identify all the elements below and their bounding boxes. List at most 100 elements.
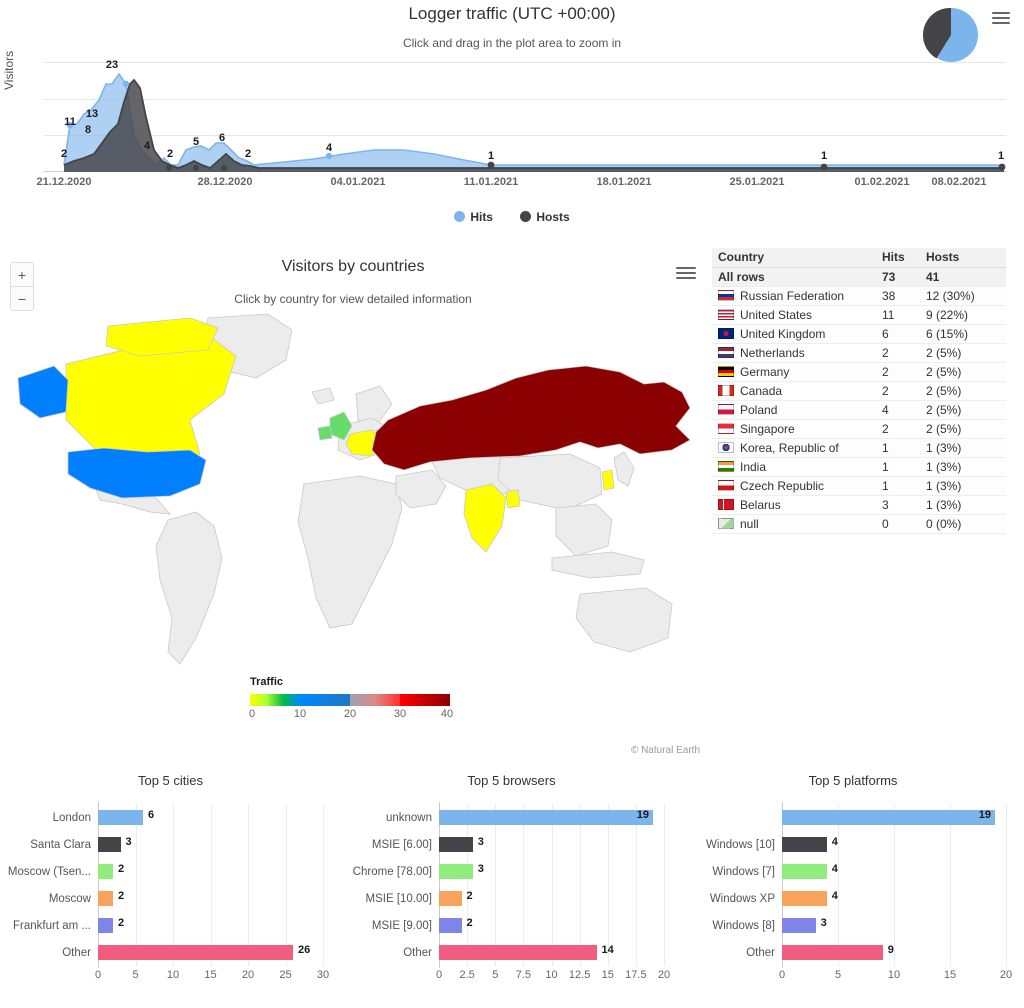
y-axis-label: Visitors (2, 50, 16, 90)
world-map[interactable] (0, 308, 706, 688)
country-name: Belarus (740, 498, 781, 512)
hamburger-menu-icon[interactable] (992, 12, 1010, 26)
table-row[interactable]: United Kingdom 6 6 (15%) (712, 324, 1006, 344)
column-header-country[interactable]: Country (712, 248, 876, 268)
map-country-canada-arctic[interactable] (105, 317, 219, 357)
table-row[interactable]: Korea, Republic of 1 1 (3%) (712, 438, 1006, 458)
table-row[interactable]: Russian Federation 38 12 (30%) (712, 286, 1006, 306)
map-country-india[interactable] (463, 483, 507, 553)
map-country-bangladesh[interactable] (505, 489, 521, 509)
legend-item-hits[interactable]: Hits (454, 210, 493, 224)
table-row[interactable]: Canada 2 2 (5%) (712, 381, 1006, 401)
legend-item-hosts[interactable]: Hosts (520, 210, 570, 224)
x-tick: 25.01.2021 (729, 176, 785, 188)
bar-row[interactable]: MSIE [6.00] 3 (341, 831, 682, 858)
pie-chart-icon[interactable] (922, 6, 980, 64)
cell-hits: 2 (876, 419, 920, 439)
bar-fill[interactable] (439, 837, 473, 852)
visitors-map-panel: Visitors by countries Click by country f… (0, 240, 706, 764)
bar-fill[interactable] (98, 918, 113, 933)
map-country-korea[interactable] (601, 469, 615, 491)
point-label: 2 (244, 148, 252, 160)
flag-de-icon (718, 366, 734, 377)
bar-row[interactable]: London 6 (0, 804, 341, 831)
map-country-russia[interactable] (371, 365, 691, 471)
table-row[interactable]: Belarus 3 1 (3%) (712, 495, 1006, 515)
map-country-australia[interactable] (575, 587, 673, 653)
bar-value-label: 2 (118, 863, 125, 875)
table-row[interactable]: Czech Republic 1 1 (3%) (712, 476, 1006, 496)
cell-hits: 2 (876, 343, 920, 363)
bar-value-label: 2 (118, 890, 125, 902)
bar-row[interactable]: Windows XP 4 (682, 885, 1024, 912)
map-country-alaska[interactable] (17, 365, 69, 419)
traffic-plot-area[interactable]: 30 20 10 0 (44, 59, 1006, 172)
bar-fill[interactable] (439, 945, 597, 960)
zoom-in-button[interactable]: + (11, 263, 33, 287)
bar-row[interactable]: Frankfurt am ... 2 (0, 912, 341, 939)
column-header-hits[interactable]: Hits (876, 248, 920, 268)
scale-tick: 40 (440, 708, 454, 720)
bar-category-label: MSIE [10.00] (365, 892, 432, 905)
table-row[interactable]: null 0 0 (0%) (712, 514, 1006, 534)
table-header-row: Country Hits Hosts (712, 248, 1006, 268)
bar-fill[interactable] (782, 864, 827, 879)
bar-category-label: Moscow (48, 892, 91, 905)
table-row[interactable]: United States 11 9 (22%) (712, 305, 1006, 325)
map-country-south-america[interactable] (155, 511, 223, 665)
cell-country: Germany (712, 362, 876, 382)
bar-fill[interactable] (98, 810, 143, 825)
map-country-southeast-asia[interactable] (555, 503, 613, 557)
bar-row[interactable]: Santa Clara 3 (0, 831, 341, 858)
bar-fill[interactable] (439, 810, 653, 825)
bar-fill[interactable] (439, 891, 462, 906)
bar-row[interactable]: Windows [10] 4 (682, 831, 1024, 858)
cell-hosts: 1 (3%) (920, 476, 1006, 496)
map-hamburger-menu-icon[interactable] (676, 267, 696, 282)
bar-row[interactable]: Moscow (Tsen... 2 (0, 858, 341, 885)
table-row[interactable]: Poland 4 2 (5%) (712, 400, 1006, 420)
table-row[interactable]: India 1 1 (3%) (712, 457, 1006, 477)
top-cities-x-axis: 0 5 10 15 20 25 30 (0, 966, 341, 986)
bar-fill[interactable] (439, 864, 473, 879)
bar-category-label: London (52, 811, 91, 824)
bar-fill[interactable] (439, 918, 462, 933)
bar-value-label: 4 (831, 863, 838, 875)
map-country-indonesia[interactable] (551, 551, 645, 579)
map-country-africa[interactable] (297, 475, 403, 629)
bar-row[interactable]: Windows [7] 4 (682, 858, 1024, 885)
bar-row[interactable]: 19 (682, 804, 1024, 831)
bar-fill[interactable] (98, 864, 113, 879)
bar-fill[interactable] (782, 945, 883, 960)
bar-fill[interactable] (782, 891, 827, 906)
cell-country: India (712, 457, 876, 477)
bar-row[interactable]: Moscow 2 (0, 885, 341, 912)
bar-row[interactable]: unknown 19 (341, 804, 682, 831)
table-row[interactable]: Singapore 2 2 (5%) (712, 419, 1006, 439)
bar-fill[interactable] (782, 918, 816, 933)
map-country-japan[interactable] (613, 451, 635, 487)
bar-row[interactable]: MSIE [10.00] 2 (341, 885, 682, 912)
bar-row[interactable]: Other 14 (341, 939, 682, 966)
bar-fill[interactable] (98, 837, 121, 852)
table-row[interactable]: Germany 2 2 (5%) (712, 362, 1006, 382)
table-row[interactable]: Netherlands 2 2 (5%) (712, 343, 1006, 363)
bar-row[interactable]: Other 9 (682, 939, 1024, 966)
flag-nl-icon (718, 347, 734, 358)
map-country-ireland[interactable] (317, 425, 333, 441)
map-country-iceland[interactable] (311, 387, 335, 405)
bar-fill[interactable] (782, 837, 827, 852)
map-zoom-controls[interactable]: + − (10, 262, 34, 311)
bar-row[interactable]: Chrome [78.00] 3 (341, 858, 682, 885)
bar-fill[interactable] (98, 945, 293, 960)
table-row-all[interactable]: All rows 73 41 (712, 267, 1006, 287)
cell-hosts: 1 (3%) (920, 457, 1006, 477)
cell-hits: 6 (876, 324, 920, 344)
bar-row[interactable]: Windows [8] 3 (682, 912, 1024, 939)
bar-fill[interactable] (782, 810, 995, 825)
map-country-usa[interactable] (67, 447, 207, 499)
column-header-hosts[interactable]: Hosts (920, 248, 1006, 268)
bar-fill[interactable] (98, 891, 113, 906)
bar-row[interactable]: Other 26 (0, 939, 341, 966)
bar-row[interactable]: MSIE [9.00] 2 (341, 912, 682, 939)
